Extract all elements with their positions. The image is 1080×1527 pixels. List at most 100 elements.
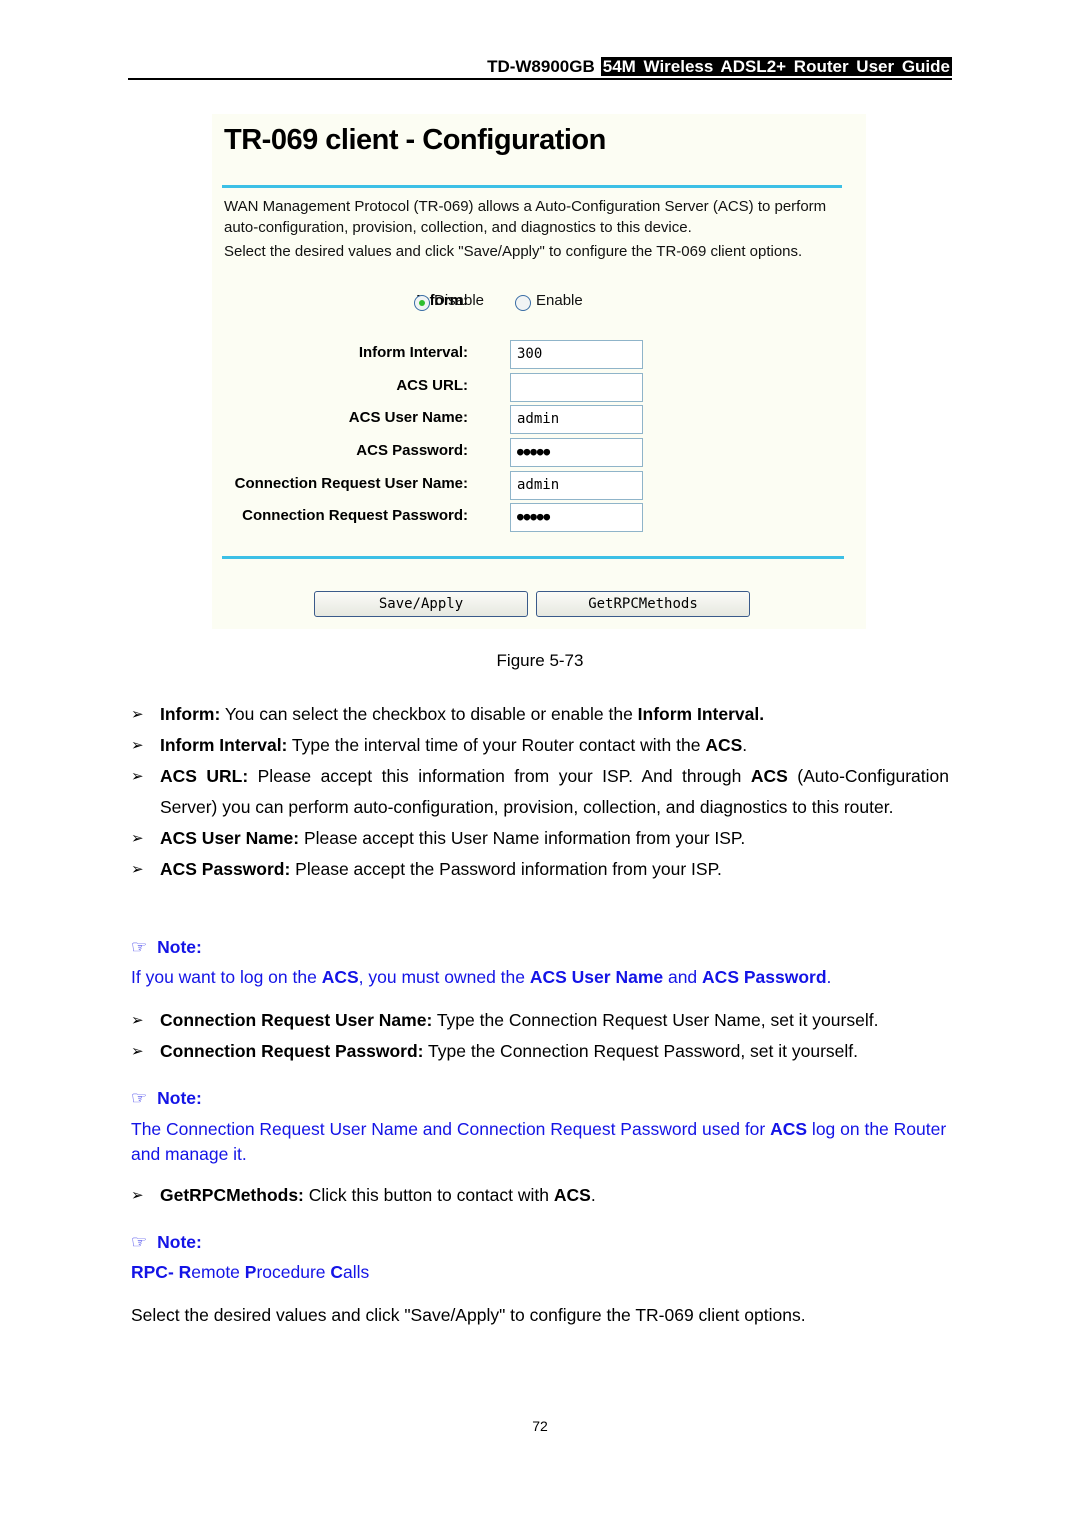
- bullet-acs-url: ➢ ACS URL: Please accept this information…: [131, 761, 949, 823]
- bullet-text: .: [742, 735, 748, 755]
- pointing-hand-icon: ☞: [131, 1088, 148, 1108]
- arrow-bullet-icon: ➢: [131, 830, 144, 847]
- inform-disable-label[interactable]: Disable: [434, 292, 484, 309]
- note-bold-part: ACS: [321, 967, 359, 987]
- arrow-bullet-icon: ➢: [131, 706, 144, 723]
- note-text: The Connection Request User Name and Con…: [131, 1117, 949, 1167]
- arrow-bullet-icon: ➢: [131, 1187, 144, 1204]
- inform-interval-input[interactable]: 300: [510, 340, 643, 369]
- bullet-bold-text: Inform Interval.: [637, 704, 765, 724]
- bullet-text: Type the Connection Request User Name, s…: [432, 1010, 879, 1030]
- note-heading: ☞ Note:: [131, 1227, 949, 1258]
- note-2: ☞ Note: The Connection Request User Name …: [131, 1083, 949, 1167]
- get-rpc-methods-button[interactable]: GetRPCMethods: [536, 591, 750, 617]
- pointing-hand-icon: ☞: [131, 1232, 148, 1252]
- description-text: WAN Management Protocol (TR-069) allows …: [224, 198, 827, 236]
- field-row-acs-user-name: ACS User Name: admin: [212, 405, 866, 434]
- arrow-bullet-icon: ➢: [131, 1043, 144, 1060]
- field-row-acs-password: ACS Password: ●●●●●: [212, 438, 866, 467]
- inform-enable-label[interactable]: Enable: [536, 292, 583, 309]
- bullet-list-2: ➢ Connection Request User Name: Type the …: [131, 1005, 949, 1067]
- arrow-bullet-icon: ➢: [131, 1012, 144, 1029]
- connection-request-password-input[interactable]: ●●●●●: [510, 503, 643, 532]
- bullet-connection-request-password: ➢ Connection Request Password: Type the C…: [131, 1036, 949, 1067]
- note-3: ☞ Note: RPC- Remote Procedure Calls: [131, 1227, 949, 1286]
- note-1: ☞ Note: If you want to log on the ACS, yo…: [131, 932, 949, 991]
- bullet-term: GetRPCMethods:: [160, 1185, 304, 1205]
- pointing-hand-icon: ☞: [131, 937, 148, 957]
- note-label: Note:: [157, 1232, 202, 1252]
- arrow-bullet-icon: ➢: [131, 768, 144, 785]
- note-text-part: rocedure: [256, 1262, 331, 1282]
- divider: [222, 556, 844, 559]
- inform-radio-group: Inform: Disable Enable: [212, 290, 866, 314]
- inform-interval-label: Inform Interval:: [358, 344, 468, 361]
- note-text-part: emote: [191, 1262, 245, 1282]
- acs-password-input[interactable]: ●●●●●: [510, 438, 643, 467]
- acs-password-label: ACS Password:: [356, 442, 468, 459]
- note-text-part: The Connection Request User Name and Con…: [131, 1119, 771, 1139]
- note-text-part: .: [826, 967, 832, 987]
- acs-url-input[interactable]: [510, 373, 643, 402]
- note-text: RPC- Remote Procedure Calls: [131, 1258, 949, 1286]
- note-text-part: alls: [343, 1262, 370, 1282]
- bullet-term: Inform Interval:: [160, 735, 288, 755]
- bullet-text: You can select the checkbox to disable o…: [220, 704, 638, 724]
- note-text-part: , you must owned the: [358, 967, 530, 987]
- note-text-part: If you want to log on the: [131, 967, 322, 987]
- note-text-part: and: [663, 967, 703, 987]
- note-bold-part: RPC- R: [131, 1262, 192, 1282]
- bullet-acs-user-name: ➢ ACS User Name: Please accept this User …: [131, 823, 949, 854]
- note-bold-part: ACS Password: [702, 967, 827, 987]
- save-apply-button[interactable]: Save/Apply: [314, 591, 528, 617]
- bullet-term: ACS URL:: [160, 766, 249, 786]
- note-heading: ☞ Note:: [131, 1083, 949, 1114]
- field-row-connection-request-user-name: Connection Request User Name: admin: [212, 471, 866, 500]
- config-description: WAN Management Protocol (TR-069) allows …: [224, 196, 844, 265]
- note-label: Note:: [157, 937, 202, 957]
- note-bold-part: ACS: [770, 1119, 808, 1139]
- bullet-text: Type the interval time of your Router co…: [287, 735, 706, 755]
- closing-paragraph: Select the desired values and click "Sav…: [131, 1305, 806, 1325]
- bullet-term: Connection Request User Name:: [160, 1010, 433, 1030]
- bullet-term: ACS User Name:: [160, 828, 300, 848]
- inform-disable-radio[interactable]: [414, 295, 430, 311]
- bullet-term: Connection Request Password:: [160, 1041, 424, 1061]
- bullet-get-rpc-methods: ➢ GetRPCMethods: Click this button to con…: [131, 1180, 949, 1211]
- note-bold-part: ACS User Name: [529, 967, 664, 987]
- note-bold-part: P: [244, 1262, 257, 1282]
- bullet-bold-text: ACS: [553, 1185, 591, 1205]
- figure-caption: Figure 5-73: [496, 651, 584, 670]
- bullet-text: Type the Connection Request Password, se…: [423, 1041, 859, 1061]
- bullet-bold-text: ACS: [705, 735, 743, 755]
- bullet-inform: ➢ Inform: You can select the checkbox to …: [131, 699, 949, 730]
- bullet-text: Please accept this User Name information…: [299, 828, 746, 848]
- acs-url-label: ACS URL:: [396, 377, 468, 394]
- bullet-text: Click this button to contact with: [303, 1185, 554, 1205]
- tr069-config-screenshot: TR-069 client - Configuration WAN Manage…: [212, 114, 866, 629]
- connection-request-user-name-input[interactable]: admin: [510, 471, 643, 500]
- connection-request-user-name-label: Connection Request User Name:: [234, 475, 468, 492]
- bullet-acs-password: ➢ ACS Password: Please accept the Passwor…: [131, 854, 949, 885]
- note-heading: ☞ Note:: [131, 932, 949, 963]
- header-guide-title: 54M Wireless ADSL2+ Router User Guide: [600, 57, 952, 76]
- bullet-text: Please accept the Password information f…: [290, 859, 722, 879]
- bullet-bold-text: ACS: [750, 766, 788, 786]
- inform-enable-radio[interactable]: [515, 295, 531, 311]
- instruction-text: Select the desired values and click "Sav…: [224, 243, 803, 260]
- field-row-inform-interval: Inform Interval: 300: [212, 340, 866, 369]
- note-text: If you want to log on the ACS, you must …: [131, 963, 949, 991]
- note-bold-part: C: [330, 1262, 344, 1282]
- bullet-connection-request-user-name: ➢ Connection Request User Name: Type the …: [131, 1005, 949, 1036]
- bullet-term: Inform:: [160, 704, 221, 724]
- connection-request-password-label: Connection Request Password:: [242, 507, 468, 524]
- bullet-getrpcmethods: ➢ GetRPCMethods: Click this button to con…: [131, 1180, 949, 1211]
- config-title: TR-069 client - Configuration: [224, 124, 606, 156]
- arrow-bullet-icon: ➢: [131, 737, 144, 754]
- field-row-connection-request-password: Connection Request Password: ●●●●●: [212, 503, 866, 532]
- acs-user-name-input[interactable]: admin: [510, 405, 643, 434]
- page-number: 72: [532, 1418, 548, 1434]
- arrow-bullet-icon: ➢: [131, 861, 144, 878]
- note-label: Note:: [157, 1088, 202, 1108]
- bullet-term: ACS Password:: [160, 859, 291, 879]
